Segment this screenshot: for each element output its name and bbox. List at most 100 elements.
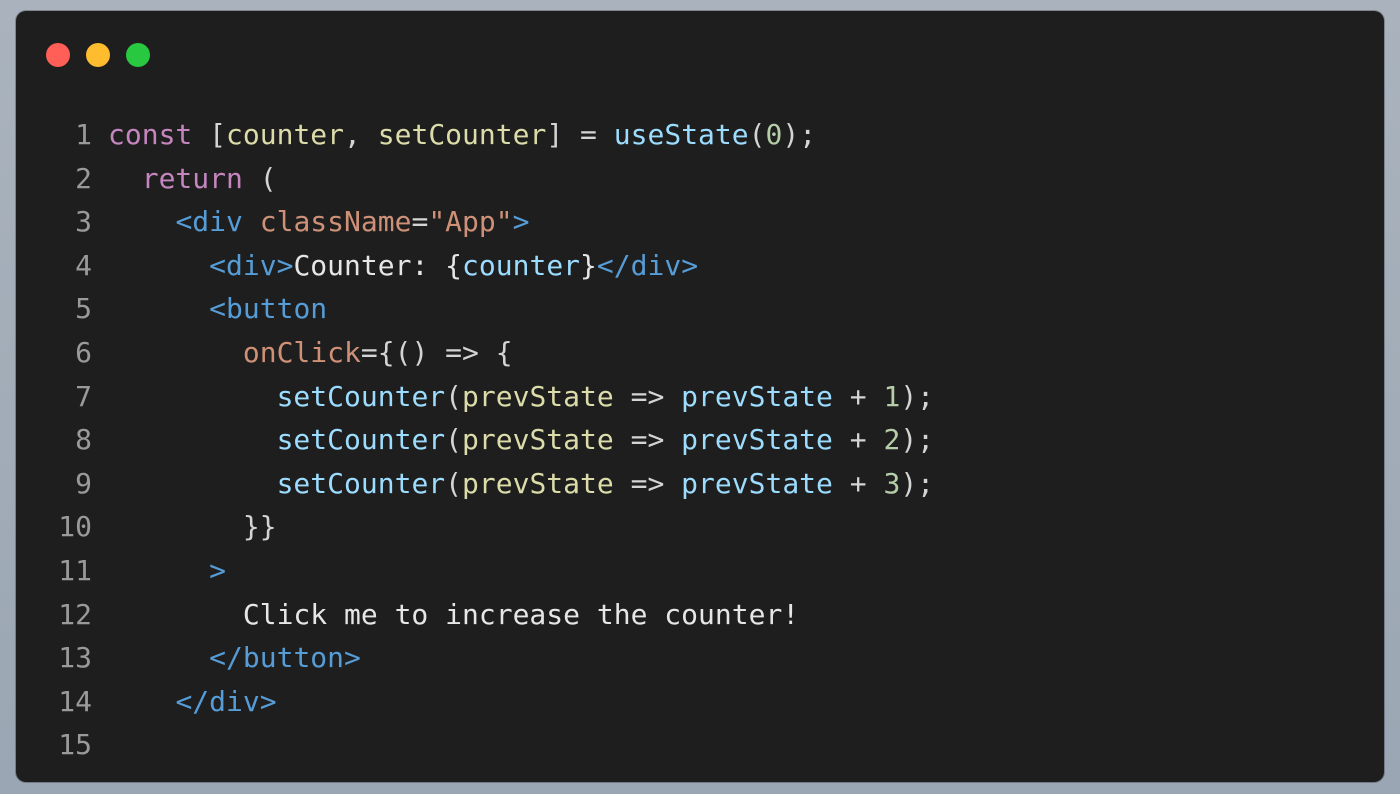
line-number: 3 <box>75 205 92 239</box>
code-line: 11 > <box>16 549 1384 593</box>
line-content: onClick={() => { <box>108 331 1384 375</box>
code-token: , <box>344 118 378 151</box>
line-number: 1 <box>75 118 92 151</box>
code-token: ( <box>748 118 766 151</box>
code-token: ( <box>445 379 463 413</box>
line-number: 12 <box>58 597 92 631</box>
code-token: + <box>832 423 884 457</box>
code-token: > <box>512 205 530 239</box>
close-button[interactable] <box>46 43 70 67</box>
code-token: className <box>259 205 412 239</box>
line-number: 7 <box>75 379 92 413</box>
code-token: ); <box>782 118 817 151</box>
line-number: 11 <box>58 553 92 587</box>
line-content: </button> <box>108 636 1384 680</box>
code-token: return <box>141 161 243 195</box>
line-content: <div className="App"> <box>108 200 1384 244</box>
code-token: => <box>613 379 682 413</box>
code-token: = <box>411 205 429 239</box>
code-token: ( <box>445 423 463 457</box>
code-token: Click me to increase the counter! <box>242 597 800 631</box>
code-line: 12 Click me to increase the counter! <box>16 593 1384 637</box>
line-content: <button <box>108 287 1384 331</box>
code-line: 14 </div> <box>16 680 1384 724</box>
code-line: 5 <button <box>16 287 1384 331</box>
code-token: ); <box>900 466 935 500</box>
line-number: 15 <box>58 728 92 762</box>
code-token: useState <box>613 118 749 151</box>
code-token: prevState <box>681 466 833 500</box>
line-content: <div>Counter: {counter}</div> <box>108 244 1384 288</box>
code-token: => <box>613 466 682 500</box>
code-line: 6 onClick={() => { <box>16 331 1384 375</box>
code-token: setCounter <box>377 118 547 151</box>
code-token: => <box>613 423 682 457</box>
line-content: setCounter(prevState => prevState + 1); <box>108 375 1384 419</box>
code-token: const <box>108 118 193 151</box>
line-content: setCounter(prevState => prevState + 2); <box>108 418 1384 462</box>
line-number: 8 <box>75 423 92 457</box>
line-number: 5 <box>75 292 92 326</box>
code-token: </div> <box>175 684 277 718</box>
code-token: setCounter <box>276 379 446 413</box>
code-token: counter <box>226 118 345 151</box>
code-token: ( <box>445 466 463 500</box>
line-number: 9 <box>75 466 92 500</box>
code-token: prevState <box>681 379 833 413</box>
code-line: 1 const [counter, setCounter] = useState(… <box>16 113 1384 157</box>
code-token: [ <box>192 118 227 151</box>
line-content: return ( <box>108 157 1384 201</box>
line-number: 2 <box>75 161 92 195</box>
code-token: <div> <box>209 248 294 282</box>
line-content: > <box>108 549 1384 593</box>
code-token: 3 <box>883 466 901 500</box>
zoom-button[interactable] <box>126 43 150 67</box>
minimize-button[interactable] <box>86 43 110 67</box>
code-token: onClick <box>242 335 361 369</box>
line-number: 4 <box>75 248 92 282</box>
code-token: ( <box>242 161 277 195</box>
line-content: </div> <box>108 680 1384 724</box>
code-token: ] = <box>546 118 614 151</box>
code-window: 1 const [counter, setCounter] = useState(… <box>16 11 1384 782</box>
code-token: "App" <box>428 205 513 239</box>
code-line: 4 <div>Counter: {counter}</div> <box>16 244 1384 288</box>
line-content: const [counter, setCounter] = useState(0… <box>108 113 1384 157</box>
code-token: 1 <box>883 379 901 413</box>
line-content: Click me to increase the counter! <box>108 593 1384 637</box>
code-line: 15 <box>16 723 1384 767</box>
line-number: 14 <box>58 684 92 718</box>
code-token: <div <box>175 205 243 239</box>
code-line: 7 setCounter(prevState => prevState + 1)… <box>16 375 1384 419</box>
code-token: setCounter <box>276 423 446 457</box>
code-token: 0 <box>765 118 783 151</box>
code-token: prevState <box>462 423 614 457</box>
code-token: ={() => { <box>360 335 513 369</box>
code-line: 2 return ( <box>16 157 1384 201</box>
code-token: prevState <box>462 379 614 413</box>
code-block[interactable]: 1 const [counter, setCounter] = useState(… <box>16 113 1384 767</box>
code-token: prevState <box>462 466 614 500</box>
code-token: </button> <box>209 641 361 675</box>
window-controls <box>46 43 150 67</box>
code-token: setCounter <box>276 466 446 500</box>
code-token: + <box>832 379 884 413</box>
line-number: 10 <box>58 510 92 544</box>
code-line: 8 setCounter(prevState => prevState + 2)… <box>16 418 1384 462</box>
code-token: ); <box>900 423 935 457</box>
code-token: } <box>580 248 597 282</box>
code-token: prevState <box>681 423 833 457</box>
